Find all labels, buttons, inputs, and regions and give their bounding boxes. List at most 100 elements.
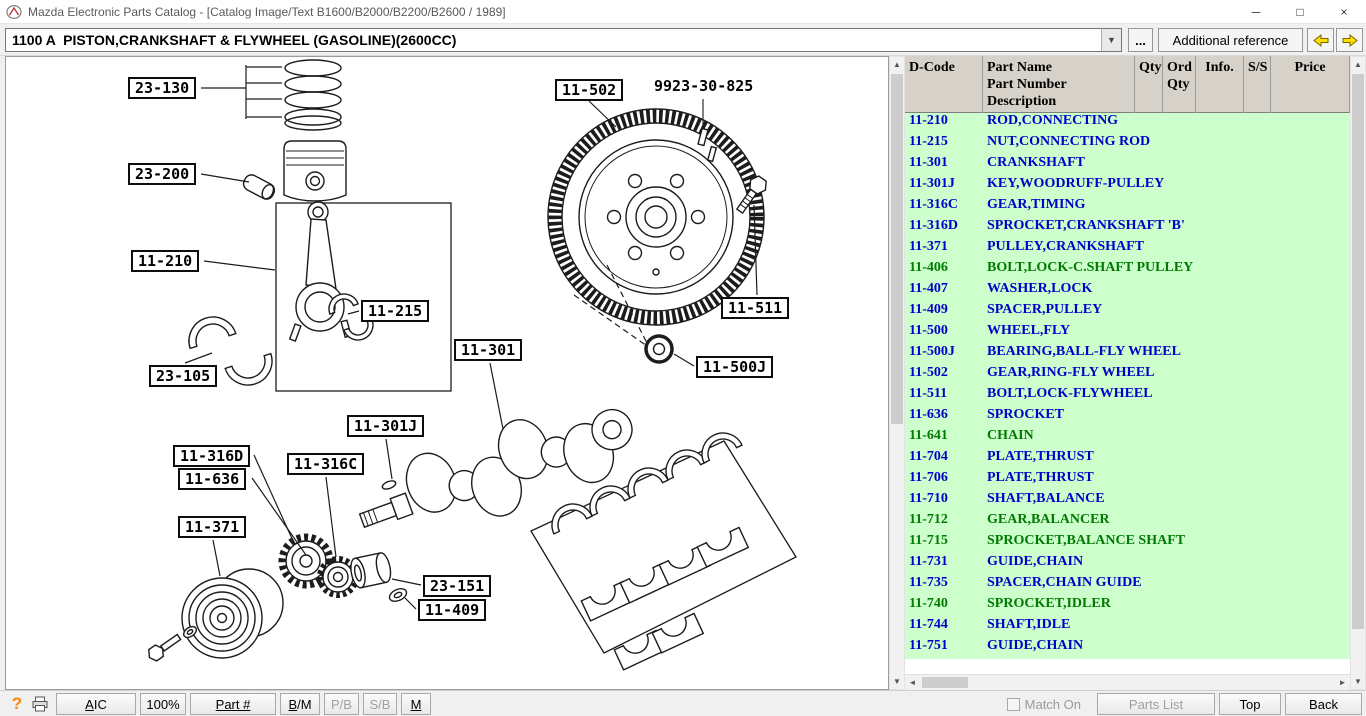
price-cell bbox=[1271, 197, 1350, 218]
qty-cell bbox=[1135, 596, 1163, 617]
part-code-cell: 11-316C bbox=[909, 197, 958, 212]
ss-cell bbox=[1244, 512, 1271, 533]
parts-table-row[interactable]: 11-751 GUIDE,CHAIN bbox=[905, 638, 1350, 659]
next-page-button[interactable] bbox=[1336, 28, 1363, 52]
part-label[interactable]: 11-502 bbox=[555, 79, 624, 101]
part-label[interactable]: 11-316C bbox=[287, 453, 365, 475]
parts-table-row[interactable]: 11-731 GUIDE,CHAIN bbox=[905, 554, 1350, 575]
ord-qty-cell bbox=[1163, 575, 1196, 596]
part-name-cell: SHAFT,IDLE bbox=[987, 617, 1071, 632]
part-label[interactable]: 11-316D bbox=[173, 445, 251, 467]
header-part: Part Name Part Number Description bbox=[983, 56, 1135, 113]
section-combobox[interactable]: 1100 A PISTON,CRANKSHAFT & FLYWHEEL (GAS… bbox=[5, 28, 1122, 52]
close-button[interactable]: × bbox=[1322, 0, 1366, 24]
parts-table-row[interactable]: 11-409 SPACER,PULLEY bbox=[905, 302, 1350, 323]
print-icon[interactable] bbox=[28, 696, 52, 712]
part-label[interactable]: 11-371 bbox=[178, 516, 247, 538]
part-label[interactable]: 11-636 bbox=[178, 468, 247, 490]
scroll-up-icon[interactable]: ▲ bbox=[1351, 57, 1365, 72]
part-label[interactable]: 23-200 bbox=[128, 163, 197, 185]
browse-button[interactable]: ... bbox=[1128, 28, 1153, 52]
parts-table-row[interactable]: 11-710 SHAFT,BALANCE bbox=[905, 491, 1350, 512]
table-scroll-thumb[interactable] bbox=[1352, 74, 1364, 629]
parts-table-row[interactable]: 11-316C GEAR,TIMING bbox=[905, 197, 1350, 218]
parts-table-row[interactable]: 11-502 GEAR,RING-FLY WHEEL bbox=[905, 365, 1350, 386]
parts-table-row[interactable]: 11-641 CHAIN bbox=[905, 428, 1350, 449]
scroll-left-icon[interactable]: ◄ bbox=[905, 675, 920, 689]
minimize-button[interactable]: ─ bbox=[1234, 0, 1278, 24]
parts-table-row[interactable]: 11-744 SHAFT,IDLE bbox=[905, 617, 1350, 638]
part-label[interactable]: 23-130 bbox=[128, 77, 197, 99]
table-hscroll-thumb[interactable] bbox=[922, 677, 968, 688]
previous-page-button[interactable] bbox=[1307, 28, 1334, 52]
match-on-checkbox[interactable] bbox=[1006, 697, 1020, 711]
part-label[interactable]: 23-151 bbox=[423, 575, 492, 597]
parts-table-row[interactable]: 11-511 BOLT,LOCK-FLYWHEEL bbox=[905, 386, 1350, 407]
additional-reference-button[interactable]: Additional reference bbox=[1158, 28, 1303, 52]
ord-qty-cell bbox=[1163, 365, 1196, 386]
parts-table-row[interactable]: 11-215 NUT,CONNECTING ROD bbox=[905, 134, 1350, 155]
statusbar-button-b-m[interactable]: B/M bbox=[280, 693, 320, 715]
scroll-up-icon[interactable]: ▲ bbox=[890, 57, 904, 72]
diagram-scroll-thumb[interactable] bbox=[891, 74, 903, 424]
parts-table-row[interactable]: 11-407 WASHER,LOCK bbox=[905, 281, 1350, 302]
parts-table-row[interactable]: 11-704 PLATE,THRUST bbox=[905, 449, 1350, 470]
part-name-cell: WHEEL,FLY bbox=[987, 323, 1071, 338]
header-dcode: D-Code bbox=[905, 56, 983, 113]
parts-table-row[interactable]: 11-406 BOLT,LOCK-C.SHAFT PULLEY bbox=[905, 260, 1350, 281]
price-cell bbox=[1271, 323, 1350, 344]
qty-cell bbox=[1135, 218, 1163, 239]
qty-cell bbox=[1135, 155, 1163, 176]
parts-table-row[interactable]: 11-301J KEY,WOODRUFF-PULLEY bbox=[905, 176, 1350, 197]
help-icon[interactable]: ? bbox=[6, 694, 28, 714]
parts-table-row[interactable]: 11-210 ROD,CONNECTING bbox=[905, 113, 1350, 134]
part-code-cell: 11-316D bbox=[909, 218, 958, 233]
part-label[interactable]: 11-210 bbox=[131, 250, 200, 272]
ss-cell bbox=[1244, 260, 1271, 281]
parts-table-row[interactable]: 11-735 SPACER,CHAIN GUIDE bbox=[905, 575, 1350, 596]
parts-table-row[interactable]: 11-500J BEARING,BALL-FLY WHEEL bbox=[905, 344, 1350, 365]
price-cell bbox=[1271, 260, 1350, 281]
part-label[interactable]: 11-301J bbox=[347, 415, 425, 437]
part-name-cell: SPROCKET,IDLER bbox=[987, 596, 1111, 611]
statusbar-button-top[interactable]: Top bbox=[1219, 693, 1281, 715]
statusbar-button-aic[interactable]: A IC bbox=[56, 693, 136, 715]
parts-table-row[interactable]: 11-740 SPROCKET,IDLER bbox=[905, 596, 1350, 617]
table-scrollbar[interactable]: ▲ ▼ bbox=[1350, 56, 1366, 690]
part-label[interactable]: 23-105 bbox=[149, 365, 218, 387]
price-cell bbox=[1271, 554, 1350, 575]
parts-table-row[interactable]: 11-706 PLATE,THRUST bbox=[905, 470, 1350, 491]
parts-table-row[interactable]: 11-715 SPROCKET,BALANCE SHAFT bbox=[905, 533, 1350, 554]
statusbar-button-part[interactable]: Part # bbox=[190, 693, 276, 715]
part-number-text[interactable]: 9923-30-825 bbox=[649, 75, 758, 97]
info-cell bbox=[1196, 638, 1244, 659]
parts-table-row[interactable]: 11-636 SPROCKET bbox=[905, 407, 1350, 428]
statusbar-button-back[interactable]: Back bbox=[1285, 693, 1362, 715]
maximize-button[interactable]: □ bbox=[1278, 0, 1322, 24]
parts-table-row[interactable]: 11-712 GEAR,BALANCER bbox=[905, 512, 1350, 533]
combo-dropdown-icon[interactable]: ▼ bbox=[1101, 29, 1121, 51]
part-label[interactable]: 11-511 bbox=[721, 297, 790, 319]
statusbar-button-100[interactable]: 100% bbox=[140, 693, 186, 715]
info-cell bbox=[1196, 449, 1244, 470]
statusbar-button-m[interactable]: M bbox=[401, 693, 431, 715]
parts-table-row[interactable]: 11-500 WHEEL,FLY bbox=[905, 323, 1350, 344]
diagram-scrollbar[interactable]: ▲ ▼ bbox=[889, 56, 905, 690]
part-code-cell: 11-712 bbox=[909, 512, 948, 527]
price-cell bbox=[1271, 491, 1350, 512]
parts-table-row[interactable]: 11-301 CRANKSHAFT bbox=[905, 155, 1350, 176]
scroll-down-icon[interactable]: ▼ bbox=[1351, 674, 1365, 689]
parts-table-row[interactable]: 11-316D SPROCKET,CRANKSHAFT 'B' bbox=[905, 218, 1350, 239]
part-label[interactable]: 11-301 bbox=[454, 339, 523, 361]
ord-qty-cell bbox=[1163, 638, 1196, 659]
scroll-down-icon[interactable]: ▼ bbox=[890, 674, 904, 689]
qty-cell bbox=[1135, 365, 1163, 386]
scroll-right-icon[interactable]: ► bbox=[1335, 675, 1350, 689]
info-cell bbox=[1196, 197, 1244, 218]
part-name-cell: BEARING,BALL-FLY WHEEL bbox=[987, 344, 1181, 359]
part-label[interactable]: 11-215 bbox=[361, 300, 430, 322]
part-label[interactable]: 11-409 bbox=[418, 599, 487, 621]
part-label[interactable]: 11-500J bbox=[696, 356, 774, 378]
table-horizontal-scrollbar[interactable]: ◄ ► bbox=[905, 674, 1350, 690]
parts-table-row[interactable]: 11-371 PULLEY,CRANKSHAFT bbox=[905, 239, 1350, 260]
